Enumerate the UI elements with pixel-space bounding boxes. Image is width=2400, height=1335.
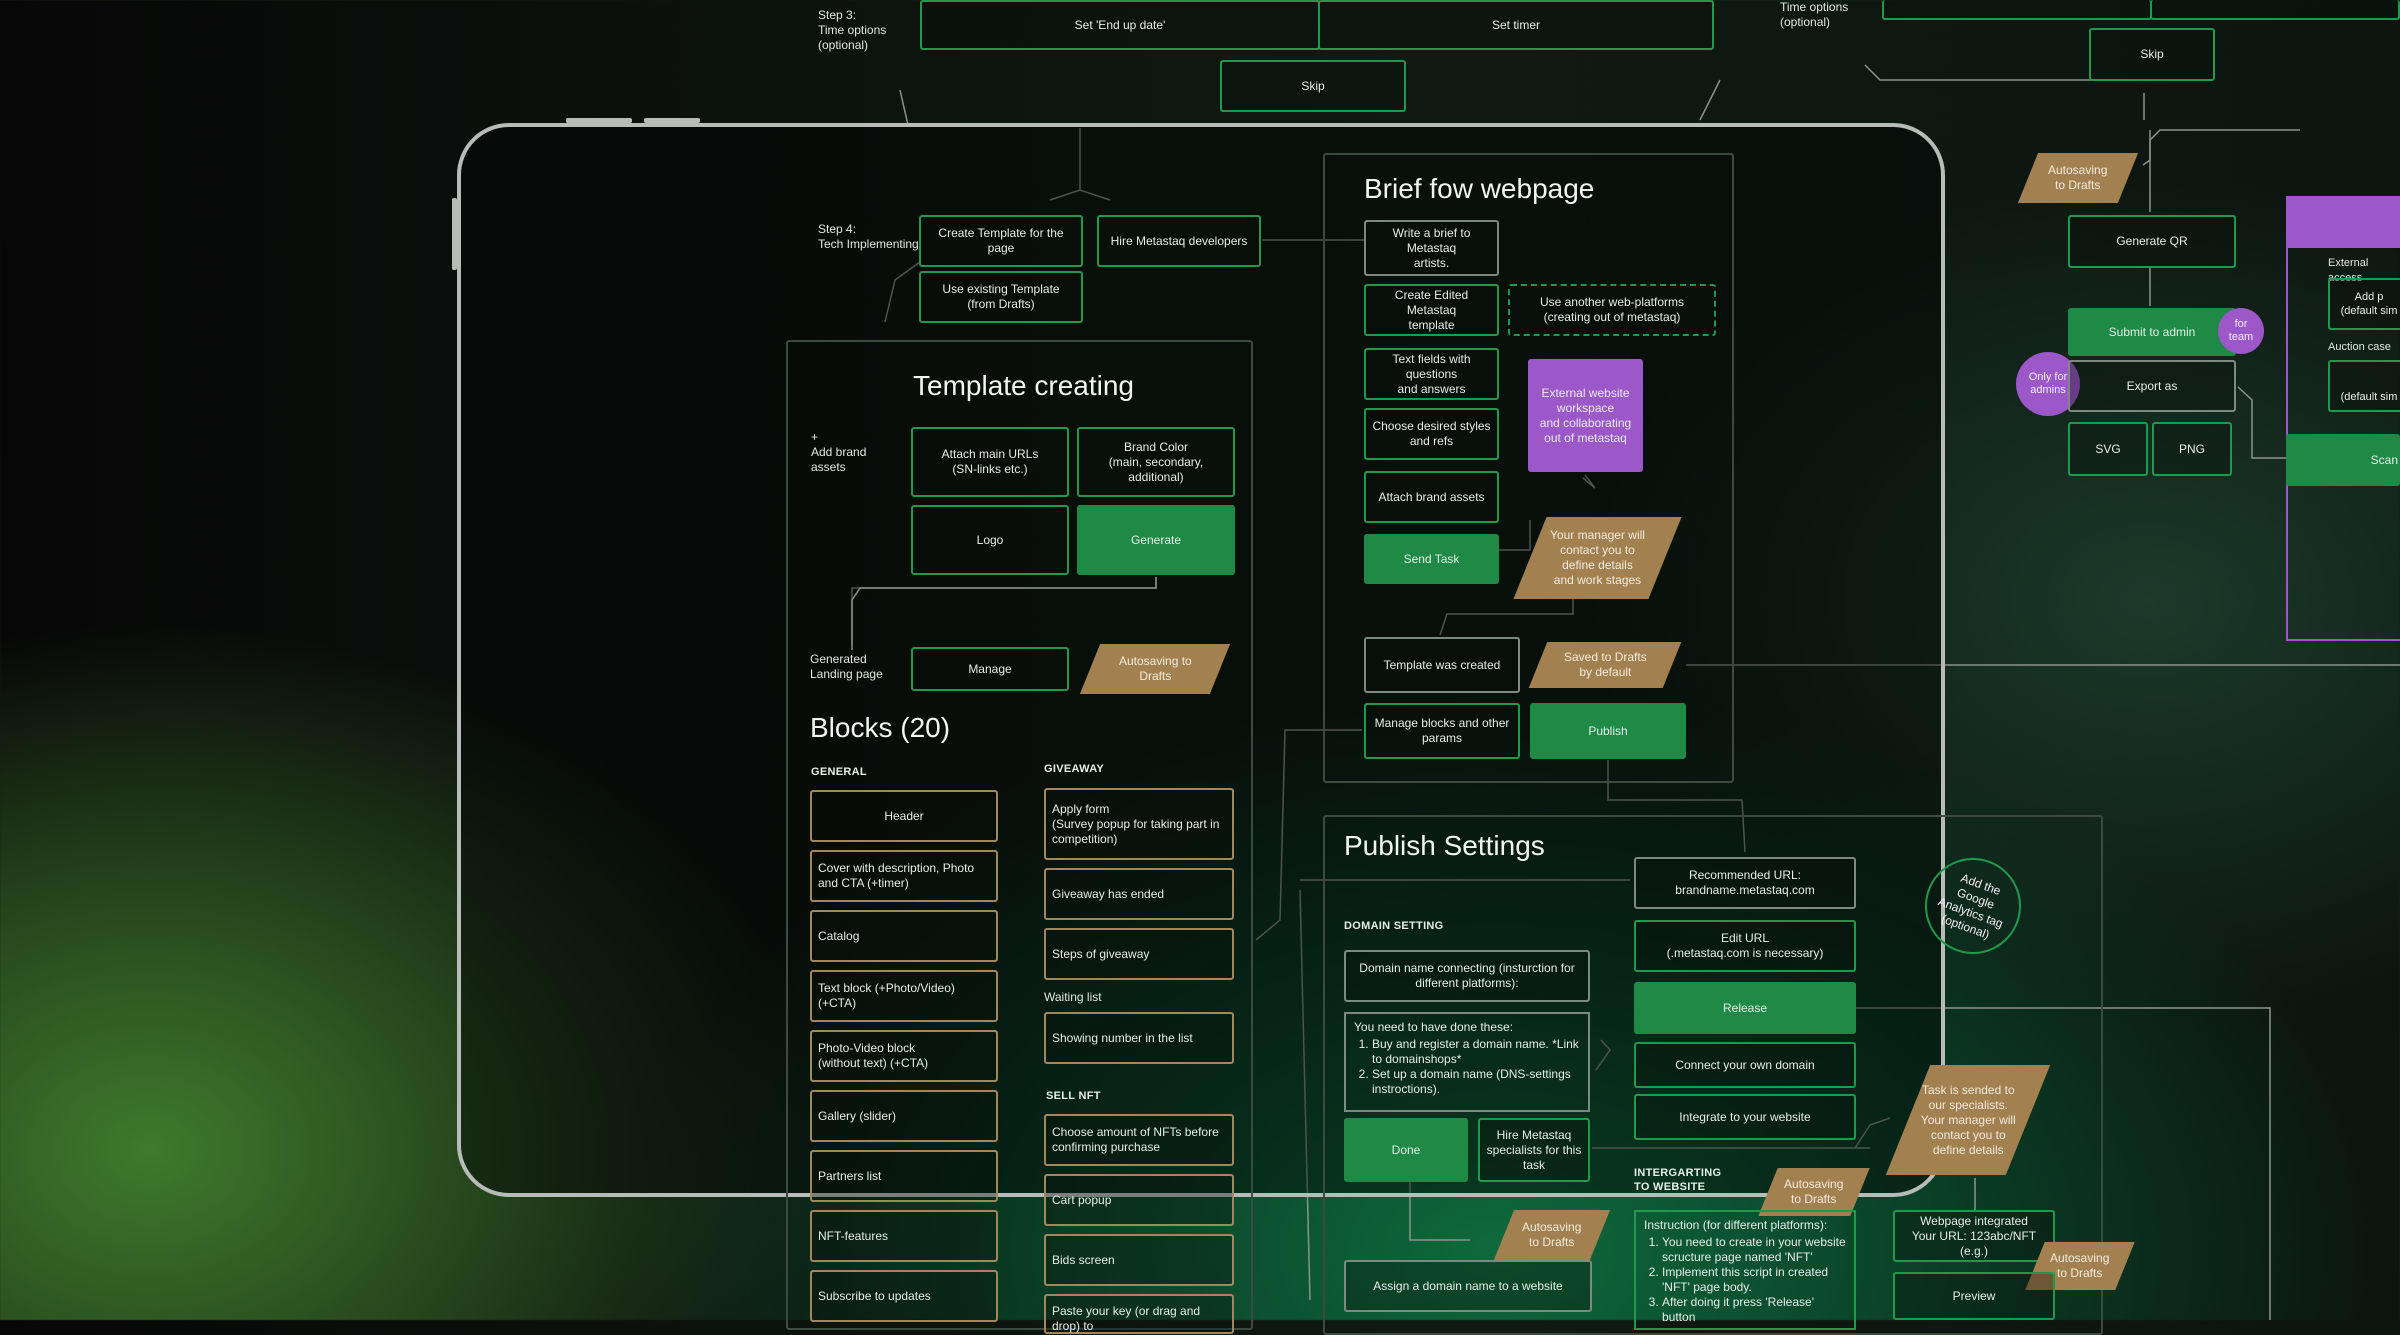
block-photo-video[interactable]: Photo-Video block (without text) (+CTA) <box>810 1030 998 1082</box>
webpage-integrated-box: Webpage integrated Your URL: 123abc/NFT … <box>1893 1210 2055 1262</box>
block-choose-amount[interactable]: Choose amount of NFTs before confirming … <box>1044 1114 1234 1166</box>
todo-item: Set up a domain name (DNS-settings instr… <box>1372 1067 1580 1097</box>
block-header[interactable]: Header <box>810 790 998 842</box>
todo-intro: You need to have done these: <box>1354 1020 1514 1034</box>
instruction-item: You need to create in your website scruc… <box>1662 1235 1846 1265</box>
attach-assets-button[interactable]: Attach brand assets <box>1364 471 1499 523</box>
autosaving-parallelogram-1: Autosaving to Drafts <box>1493 1210 1611 1260</box>
external-access-header <box>2286 196 2400 248</box>
block-cover[interactable]: Cover with description, Photo and CTA (+… <box>810 850 998 902</box>
right-autosaving-parallelogram: Autosaving to Drafts <box>2017 153 2139 203</box>
auction-case-label: Auction case <box>2328 341 2391 353</box>
instruction-item: After doing it press 'Release' button <box>1662 1295 1846 1325</box>
add-p-button[interactable]: Add p (default sim <box>2328 278 2400 330</box>
release-button[interactable]: Release <box>1634 982 1856 1034</box>
done-button[interactable]: Done <box>1344 1118 1468 1182</box>
block-partners[interactable]: Partners list <box>810 1150 998 1202</box>
recommended-url-box: Recommended URL: brandname.metastaq.com <box>1634 857 1856 909</box>
block-apply-form[interactable]: Apply form (Survey popup for taking part… <box>1044 788 1234 860</box>
generated-landing-label: Generated Landing page <box>810 652 883 681</box>
block-steps-giveaway[interactable]: Steps of giveaway <box>1044 928 1234 980</box>
block-paste-key[interactable]: Paste your key (or drag and drop) to <box>1044 1294 1234 1334</box>
giveaway-label: GIVEAWAY <box>1044 763 1105 775</box>
send-task-button[interactable]: Send Task <box>1364 534 1499 584</box>
write-brief-button[interactable]: Write a brief to Metastaq artists. <box>1364 220 1499 276</box>
block-catalog[interactable]: Catalog <box>810 910 998 962</box>
template-created-box: Template was created <box>1364 637 1520 693</box>
png-button[interactable]: PNG <box>2152 422 2232 476</box>
for-team-badge: for team <box>2218 308 2264 354</box>
export-as-button[interactable]: Export as <box>2068 360 2236 412</box>
instruction-item: Implement this script in created 'NFT' p… <box>1662 1265 1846 1295</box>
blocks-title: Blocks (20) <box>810 712 951 743</box>
assign-domain-box: Assign a domain name to a website <box>1344 1260 1592 1312</box>
todo-note: You need to have done these: Buy and reg… <box>1344 1012 1590 1112</box>
choose-styles-button[interactable]: Choose desired styles and refs <box>1364 408 1499 460</box>
instruction-intro: Instruction (for different platforms): <box>1644 1218 1828 1232</box>
block-showing-number[interactable]: Showing number in the list <box>1044 1012 1234 1064</box>
waiting-list-label: Waiting list <box>1044 990 1102 1004</box>
integrating-label: INTERGARTING TO WEBSITE <box>1634 1167 1722 1193</box>
publish-settings-title: Publish Settings <box>1344 830 1545 861</box>
brief-title: Brief fow webpage <box>1364 173 1595 204</box>
block-nft-features[interactable]: NFT-features <box>810 1210 998 1262</box>
generate-qr-button[interactable]: Generate QR <box>2068 215 2236 268</box>
edit-url-button[interactable]: Edit URL (.metastaq.com is necessary) <box>1634 920 1856 972</box>
autosaving-parallelogram-2: Autosaving to Drafts <box>1758 1168 1870 1216</box>
scan-button[interactable]: Scan <box>2286 434 2400 486</box>
svg-button[interactable]: SVG <box>2068 422 2148 476</box>
todo-item: Buy and register a domain name. *Link to… <box>1372 1037 1580 1067</box>
instruction-note: Instruction (for different platforms): Y… <box>1634 1210 1856 1330</box>
block-subscribe[interactable]: Subscribe to updates <box>810 1270 998 1322</box>
domain-setting-label: DOMAIN SETTING <box>1344 920 1444 932</box>
block-cart-popup[interactable]: Cart popup <box>1044 1174 1234 1226</box>
autosaving-drafts-parallelogram: Autosaving to Drafts <box>1079 644 1231 694</box>
domain-connecting-box: Domain name connecting (insturction for … <box>1344 950 1590 1002</box>
block-giveaway-ended[interactable]: Giveaway has ended <box>1044 868 1234 920</box>
external-workspace-box: External website workspace and collabora… <box>1528 359 1643 472</box>
submit-admin-button[interactable]: Submit to admin <box>2068 308 2236 356</box>
integrate-website-button[interactable]: Integrate to your website <box>1634 1094 1856 1140</box>
saved-drafts-parallelogram: Saved to Drafts by default <box>1528 642 1682 688</box>
block-text[interactable]: Text block (+Photo/Video) (+CTA) <box>810 970 998 1022</box>
sell-nft-label: SELL NFT <box>1046 1090 1101 1102</box>
block-bids-screen[interactable]: Bids screen <box>1044 1234 1234 1286</box>
manage-blocks-button[interactable]: Manage blocks and other params <box>1364 703 1520 759</box>
block-gallery[interactable]: Gallery (slider) <box>810 1090 998 1142</box>
general-label: GENERAL <box>811 766 867 778</box>
use-another-platform-button[interactable]: Use another web-platforms (creating out … <box>1508 284 1716 336</box>
hire-specialists-button[interactable]: Hire Metastaq specialists for this task <box>1478 1118 1590 1182</box>
preview-button[interactable]: Preview <box>1893 1272 2055 1320</box>
connect-domain-button[interactable]: Connect your own domain <box>1634 1042 1856 1088</box>
publish-button[interactable]: Publish <box>1530 703 1686 759</box>
text-fields-button[interactable]: Text fields with questions and answers <box>1364 348 1499 400</box>
manage-button[interactable]: Manage <box>911 647 1069 691</box>
create-edited-template-button[interactable]: Create Edited Metastaq template <box>1364 284 1499 336</box>
auction-case-button[interactable]: (default sim <box>2328 360 2400 412</box>
